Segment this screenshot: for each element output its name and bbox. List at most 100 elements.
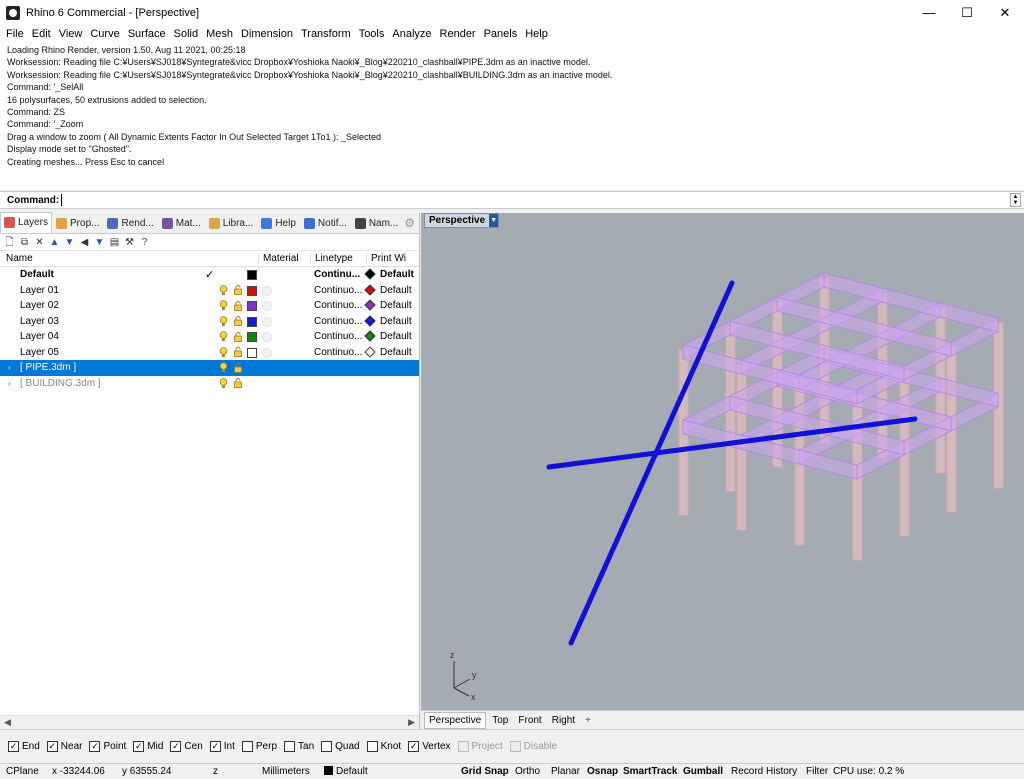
osnap-vertex[interactable]: ✓ Vertex xyxy=(408,741,451,752)
layer-visibility-bulb-icon[interactable] xyxy=(219,346,228,358)
delete-layer-icon[interactable]: ✕ xyxy=(34,237,45,248)
scroll-left-icon[interactable]: ◀ xyxy=(4,717,11,728)
layer-visibility-bulb-icon[interactable] xyxy=(219,331,228,342)
status-filter[interactable]: Filter xyxy=(806,766,828,777)
layer-name[interactable]: Default xyxy=(20,269,54,280)
menu-edit[interactable]: Edit xyxy=(28,25,55,43)
maximize-button[interactable]: ☐ xyxy=(948,0,986,25)
layer-print-width[interactable]: Default xyxy=(380,269,414,280)
status-layer[interactable]: Default xyxy=(324,766,368,777)
model-lock-icon[interactable] xyxy=(233,378,243,389)
osnap-near[interactable]: ✓ Near xyxy=(46,741,82,752)
osnap-knot-checkbox[interactable] xyxy=(366,741,378,752)
layer-material-icon[interactable] xyxy=(262,285,272,296)
layer-material-icon[interactable] xyxy=(262,347,272,358)
viewport-canvas[interactable]: z y x xyxy=(421,213,1024,710)
layer-linetype[interactable]: Continuo... xyxy=(314,285,362,296)
print-color-icon[interactable] xyxy=(364,314,376,327)
layer-linetype[interactable]: Continuo... xyxy=(314,331,362,342)
status-cplane[interactable]: CPlane xyxy=(6,766,39,777)
osnap-end-checkbox[interactable]: ✓ xyxy=(8,741,19,752)
layer-material-icon[interactable] xyxy=(262,301,272,311)
panel-tab-mat[interactable]: Mat... xyxy=(158,214,205,233)
layer-row-layer-02[interactable]: Layer 02 Continuo... Default xyxy=(0,298,419,314)
panel-settings-gear-icon[interactable]: ⚙ xyxy=(404,216,415,230)
menu-panels[interactable]: Panels xyxy=(480,25,522,43)
layer-name[interactable]: Layer 05 xyxy=(20,347,59,358)
layer-lock-icon[interactable] xyxy=(233,347,243,358)
osnap-end[interactable]: ✓ End xyxy=(8,741,40,752)
print-color-icon[interactable] xyxy=(364,268,376,280)
osnap-cen-checkbox[interactable]: ✓ xyxy=(170,741,182,752)
panel-tab-help[interactable]: Help xyxy=(257,214,300,233)
status-units[interactable]: Millimeters xyxy=(262,766,310,777)
layer-print-width[interactable]: Default xyxy=(380,300,412,311)
viewport-tab-perspective[interactable]: Perspective xyxy=(424,711,487,729)
menu-dimension[interactable]: Dimension xyxy=(237,25,297,43)
status-gumball[interactable]: Gumball xyxy=(683,766,723,777)
layer-linetype[interactable]: Continuo... xyxy=(314,300,362,311)
perspective-viewport[interactable]: z y x Perspective ▼ xyxy=(421,213,1024,710)
status-record-history[interactable]: Record History xyxy=(731,766,797,777)
layer-row-layer-01[interactable]: Layer 01 Continuo... Default xyxy=(0,283,419,299)
expand-arrow-icon[interactable]: › xyxy=(8,379,11,388)
osnap-mid[interactable]: ✓ Mid xyxy=(133,741,163,752)
model-name[interactable]: [ PIPE.3dm ] xyxy=(20,362,76,373)
status-ortho[interactable]: Ortho xyxy=(515,766,540,777)
layer-color-swatch[interactable] xyxy=(247,285,257,296)
new-layer-icon[interactable]: 🗋 xyxy=(4,237,15,248)
layer-name[interactable]: Layer 02 xyxy=(20,300,59,311)
layer-print-width[interactable]: Default xyxy=(380,316,412,327)
expand-arrow-icon[interactable]: › xyxy=(8,363,11,372)
viewport-tab-top[interactable]: Top xyxy=(488,713,512,728)
status-osnap[interactable]: Osnap xyxy=(587,766,618,777)
menu-curve[interactable]: Curve xyxy=(86,25,123,43)
layer-row-layer-05[interactable]: Layer 05 Continuo... Default xyxy=(0,345,419,361)
layer-color-swatch[interactable] xyxy=(247,347,257,358)
scroll-right-icon[interactable]: ▶ xyxy=(408,717,415,728)
osnap-perp-checkbox[interactable] xyxy=(241,741,253,752)
layer-name[interactable]: Layer 03 xyxy=(20,316,59,327)
help-icon[interactable]: ? xyxy=(139,237,150,248)
move-up-icon[interactable]: ▲ xyxy=(49,237,60,248)
panel-tab-notif[interactable]: Notif... xyxy=(300,214,351,233)
column-print-width[interactable]: Print Wi xyxy=(366,253,414,264)
layer-color-swatch[interactable] xyxy=(247,332,257,342)
osnap-mid-checkbox[interactable]: ✓ xyxy=(133,741,145,752)
osnap-quad-checkbox[interactable] xyxy=(321,741,333,752)
menu-view[interactable]: View xyxy=(55,25,87,43)
layer-lock-icon[interactable] xyxy=(233,331,243,342)
command-line[interactable]: Command: ▲ ▼ xyxy=(0,191,1024,209)
layer-linetype[interactable]: Continuo... xyxy=(314,316,362,327)
menu-surface[interactable]: Surface xyxy=(124,25,170,43)
panel-tab-layers[interactable]: Layers xyxy=(0,212,53,233)
model-visibility-bulb-icon[interactable] xyxy=(219,377,228,389)
print-color-icon[interactable] xyxy=(364,345,376,358)
layer-lock-icon[interactable] xyxy=(233,316,243,327)
layer-name[interactable]: Layer 01 xyxy=(20,285,59,296)
layer-print-width[interactable]: Default xyxy=(380,285,412,296)
layer-lock-icon[interactable] xyxy=(233,285,243,296)
osnap-point[interactable]: ✓ Point xyxy=(89,741,126,752)
layer-visibility-bulb-icon[interactable] xyxy=(219,315,228,327)
layer-name[interactable]: Layer 04 xyxy=(20,331,59,342)
osnap-point-checkbox[interactable]: ✓ xyxy=(89,741,101,752)
layer-lock-icon[interactable] xyxy=(233,300,243,311)
model-name[interactable]: [ BUILDING.3dm ] xyxy=(20,378,101,389)
layer-material-icon[interactable] xyxy=(262,332,272,342)
osnap-int-checkbox[interactable]: ✓ xyxy=(209,741,221,752)
layer-row-default[interactable]: Default ✓ Continu... Default xyxy=(0,267,419,283)
viewport-title[interactable]: Perspective ▼ xyxy=(424,213,500,228)
layer-row-layer-04[interactable]: Layer 04 Continuo... Default xyxy=(0,329,419,345)
print-color-icon[interactable] xyxy=(364,330,376,342)
panel-tab-prop[interactable]: Prop... xyxy=(52,214,103,233)
osnap-tan-checkbox[interactable] xyxy=(284,741,296,752)
model-lock-icon[interactable] xyxy=(233,362,243,373)
status-grid-snap[interactable]: Grid Snap xyxy=(461,766,509,777)
layer-linetype[interactable]: Continu... xyxy=(314,269,360,280)
print-color-icon[interactable] xyxy=(364,283,376,296)
minimize-button[interactable]: — xyxy=(910,0,948,25)
osnap-int[interactable]: ✓ Int xyxy=(209,741,235,752)
viewport-menu-arrow-icon[interactable]: ▼ xyxy=(489,214,499,227)
layer-material-icon[interactable] xyxy=(262,316,272,327)
